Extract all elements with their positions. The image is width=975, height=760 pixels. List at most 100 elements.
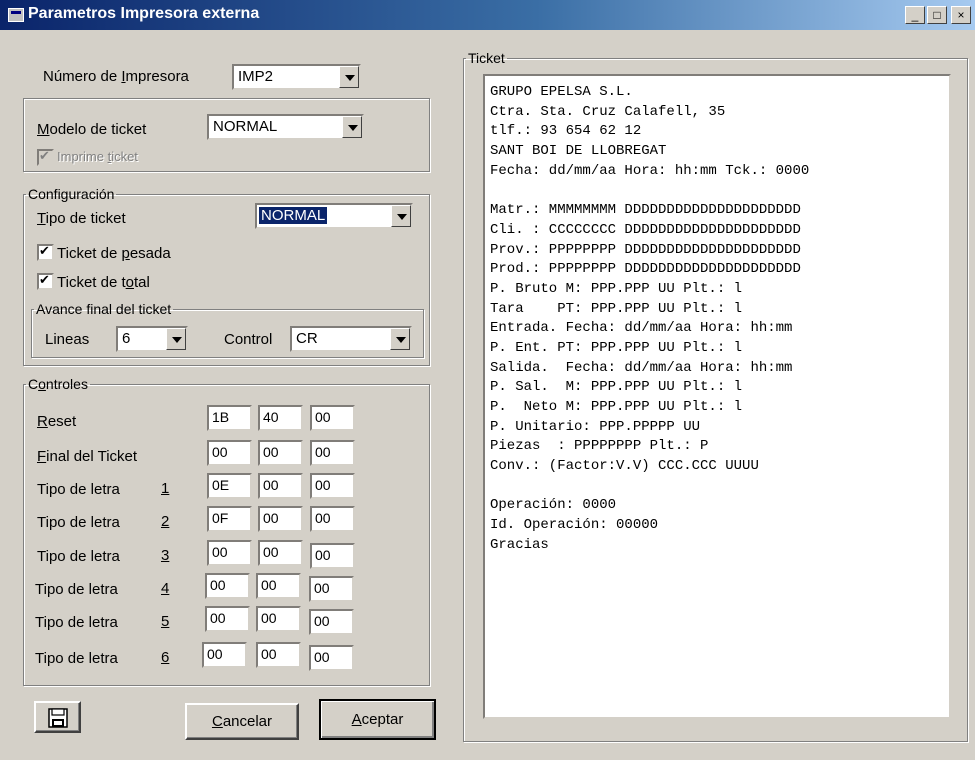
control-byte-field[interactable]: 00	[258, 440, 303, 466]
ticket-line: Cli. : CCCCCCCC DDDDDDDDDDDDDDDDDDDDD	[490, 221, 801, 238]
ticket-line: Id. Operación: 00000	[490, 517, 659, 534]
control-byte-field[interactable]: 1B	[207, 405, 252, 431]
ticket-line: Operación: 0000	[490, 497, 617, 514]
control-byte-field[interactable]: 00	[202, 642, 247, 668]
control-row-number: 4	[161, 580, 170, 597]
control-byte-field[interactable]: 00	[309, 609, 354, 635]
ticket-model-select[interactable]: NORMAL	[207, 114, 364, 140]
ticket-line: Conv.: (Factor:V.V) CCC.CCC UUUU	[490, 458, 759, 475]
ticket-line: P. Ent. PT: PPP.PPP UU Plt.: l	[490, 339, 743, 356]
control-byte-field[interactable]: 00	[256, 573, 301, 599]
control-row-label: Tipo de letra	[37, 548, 120, 565]
ticket-line: Tara PT: PPP.PPP UU Plt.: l	[490, 300, 743, 317]
control-byte-field[interactable]: 0E	[207, 473, 252, 499]
print-ticket-checkbox[interactable]	[37, 148, 54, 166]
control-byte-field[interactable]: 00	[258, 540, 303, 566]
chevron-down-icon[interactable]	[166, 328, 186, 350]
chevron-down-icon[interactable]	[342, 116, 362, 138]
ticket-line	[490, 181, 944, 201]
printer-number-label: Número de Impresora	[43, 68, 189, 85]
control-row-label: Tipo de letra	[35, 614, 118, 631]
ticket-line: Matr.: MMMMMMMM DDDDDDDDDDDDDDDDDDDDD	[490, 202, 801, 219]
ticket-type-label-rest: ipo de ticket	[45, 210, 126, 227]
ticket-preview[interactable]: GRUPO EPELSA S.L. Ctra. Sta. Cruz Calafel…	[483, 74, 951, 719]
total-ticket-label: Ticket de total	[57, 274, 150, 291]
accept-label: ceptar	[361, 711, 404, 728]
ticket-line: P. Bruto M: PPP.PPP UU Plt.: l	[490, 280, 743, 297]
printer-number-label-text: Número de Impresora	[43, 68, 189, 85]
control-row-number: 2	[161, 513, 170, 530]
app-icon[interactable]	[8, 8, 24, 22]
control-byte-field[interactable]: 00	[205, 573, 250, 599]
total-ticket-checkbox[interactable]	[37, 272, 54, 290]
ticket-model-label-rest: odelo de ticket	[49, 121, 147, 138]
printer-number-select[interactable]: IMP2	[232, 64, 361, 90]
ticket-line: GRUPO EPELSA S.L.	[490, 84, 633, 100]
control-byte-field[interactable]: 00	[256, 606, 301, 632]
chevron-down-icon[interactable]	[390, 328, 410, 350]
ticket-model-label: Modelo de ticket	[37, 121, 147, 138]
control-byte-field[interactable]: 40	[258, 405, 303, 431]
lines-value: 6	[122, 330, 131, 347]
maximize-button[interactable]: □	[927, 6, 947, 24]
title-bar[interactable]: Parametros Impresora externa _ □ ×	[0, 0, 975, 30]
advance-legend: Avance final del ticket	[36, 301, 172, 317]
control-byte-field[interactable]: 00	[310, 543, 355, 569]
ticket-line: P. Neto M: PPP.PPP UU Plt.: l	[490, 399, 743, 415]
control-byte-field[interactable]: 00	[309, 576, 354, 602]
cancel-button[interactable]: Cancelar	[185, 703, 299, 740]
ticket-type-select[interactable]: NORMAL	[255, 203, 413, 229]
save-button[interactable]	[34, 701, 81, 733]
control-byte-field[interactable]: 00	[310, 506, 355, 532]
ticket-line: Gracias	[490, 536, 549, 553]
ticket-line: Fecha: dd/mm/aa Hora: hh:mm Tck.: 0000	[490, 162, 810, 179]
ticket-line: Prod.: PPPPPPPP DDDDDDDDDDDDDDDDDDDDD	[490, 261, 801, 278]
minimize-button[interactable]: _	[905, 6, 925, 24]
accept-button[interactable]: Aceptar	[319, 699, 436, 740]
control-byte-field[interactable]: 00	[310, 440, 355, 466]
control-byte-field[interactable]: 00	[258, 506, 303, 532]
control-byte-field[interactable]: 0F	[207, 506, 252, 532]
control-value: CR	[296, 330, 318, 347]
control-row-label: Tipo de letra	[35, 650, 118, 667]
control-byte-field[interactable]: 00	[258, 473, 303, 499]
control-row-label: Tipo de letra	[37, 481, 120, 498]
control-label: Control	[224, 331, 273, 348]
ticket-legend: Ticket	[468, 50, 505, 66]
ticket-line: P. Sal. M: PPP.PPP UU Plt.: l	[490, 379, 743, 396]
control-byte-field[interactable]: 00	[309, 645, 354, 671]
control-byte-field[interactable]: 00	[310, 473, 355, 499]
ticket-type-value: NORMAL	[259, 207, 328, 224]
control-row-label: Tipo de letra	[35, 581, 118, 598]
controls-legend: Controles	[28, 376, 88, 392]
close-button[interactable]: ×	[951, 6, 971, 24]
ticket-line: P. Unitario: PPP.PPPPP UU	[490, 418, 701, 435]
floppy-disk-icon	[48, 708, 68, 728]
control-select[interactable]: CR	[290, 326, 412, 352]
control-byte-field[interactable]: 00	[207, 540, 252, 566]
ticket-line: Entrada. Fecha: dd/mm/aa Hora: hh:mm	[490, 320, 793, 337]
control-byte-field[interactable]: 00	[256, 642, 301, 668]
control-row-label: Reset	[37, 413, 77, 430]
printer-number-value: IMP2	[238, 68, 274, 85]
ticket-line: Ctra. Sta. Cruz Calafell, 35	[490, 103, 726, 120]
control-row-number: 1	[161, 480, 170, 497]
control-row-label: Tipo de letra	[37, 514, 120, 531]
ticket-line: Piezas : PPPPPPPP Plt.: P	[490, 438, 709, 455]
ticket-type-label: Tipo de ticket	[37, 210, 126, 227]
control-row-number: 6	[161, 649, 170, 666]
control-row-number: 3	[161, 547, 170, 564]
chevron-down-icon[interactable]	[339, 66, 359, 88]
control-byte-field[interactable]: 00	[205, 606, 250, 632]
control-row-number: 5	[161, 613, 170, 630]
window-title: Parametros Impresora externa	[28, 5, 260, 22]
control-byte-field[interactable]: 00	[310, 405, 355, 431]
ticket-line	[490, 477, 944, 497]
chevron-down-icon[interactable]	[391, 205, 411, 227]
lines-select[interactable]: 6	[116, 326, 188, 352]
weighing-ticket-checkbox[interactable]	[37, 243, 54, 261]
ticket-line: tlf.: 93 654 62 12	[490, 123, 642, 140]
ticket-line: SANT BOI DE LLOBREGAT	[490, 143, 667, 160]
control-row-label: Final del Ticket	[37, 448, 138, 465]
control-byte-field[interactable]: 00	[207, 440, 252, 466]
